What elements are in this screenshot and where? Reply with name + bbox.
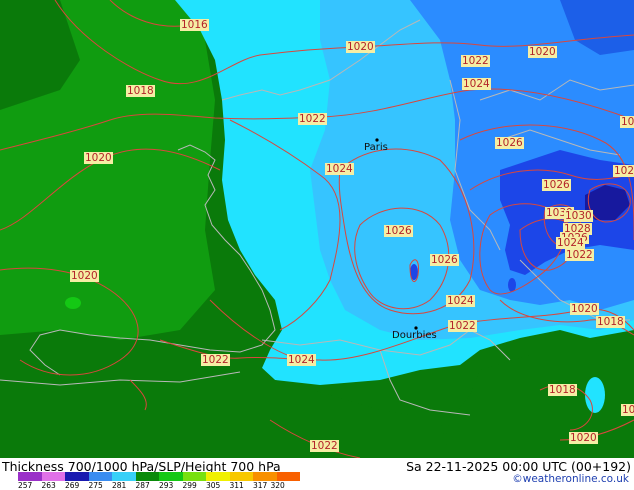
thickness-green-spot xyxy=(65,297,81,309)
map-valid-time: Sa 22-11-2025 00:00 UTC (00+192) xyxy=(406,459,631,474)
legend-swatch-4 xyxy=(112,472,136,481)
legend-tick-281: 281 xyxy=(112,481,127,490)
city-dourbies-label: Dourbies xyxy=(392,330,437,341)
iso-label-1026-e: 1026 xyxy=(495,137,524,149)
iso-label-1016: 1016 xyxy=(180,19,209,31)
legend-swatch-0 xyxy=(18,472,42,481)
iso-label-1024-sw: 1024 xyxy=(287,354,316,366)
iso-label-1024-c: 1024 xyxy=(325,163,354,175)
legend-tick-275: 275 xyxy=(88,481,103,490)
legend-ticks: 257 263 269 275 281 287 293 299 305 311 317 320 xyxy=(18,481,318,490)
iso-label-1024-n: 1024 xyxy=(462,78,491,90)
legend-tick-317: 317 xyxy=(253,481,268,490)
legend-colorbar xyxy=(18,472,300,481)
iso-label-1020-n: 1020 xyxy=(346,41,375,53)
city-paris-label: Paris xyxy=(364,142,388,153)
iso-label-1030-b: 1030 xyxy=(564,210,593,222)
iso-label-102-edge2: 102 xyxy=(613,165,634,177)
legend-tick-320: 320 xyxy=(270,481,285,490)
iso-label-1022-bottom: 1022 xyxy=(310,440,339,452)
iso-label-1026-c: 1026 xyxy=(384,225,413,237)
iso-label-1022-e: 1022 xyxy=(565,249,594,261)
iso-label-1022-n: 1022 xyxy=(461,55,490,67)
credit-link[interactable]: ©weatheronline.co.uk xyxy=(512,473,629,485)
legend-swatch-7 xyxy=(182,472,206,481)
legend-swatch-6 xyxy=(159,472,183,481)
thickness-deep-blue-spot-2 xyxy=(508,278,516,292)
iso-label-1020-w: 1020 xyxy=(84,152,113,164)
iso-label-1022-s: 1022 xyxy=(448,320,477,332)
iso-label-102-edge1: 102 xyxy=(620,116,634,128)
legend-swatch-2 xyxy=(65,472,89,481)
iso-label-1026-e2: 1026 xyxy=(542,179,571,191)
iso-label-1020-ne: 1020 xyxy=(528,46,557,58)
map-canvas xyxy=(0,0,634,458)
legend-tick-287: 287 xyxy=(135,481,150,490)
iso-label-1018-w: 1018 xyxy=(126,85,155,97)
legend-tick-293: 293 xyxy=(159,481,174,490)
iso-label-1020-se: 1020 xyxy=(570,303,599,315)
iso-label-10-edge: 10 xyxy=(621,404,634,416)
iso-label-1018-se2: 1018 xyxy=(548,384,577,396)
iso-label-1024-s: 1024 xyxy=(446,295,475,307)
iso-label-1022-c: 1022 xyxy=(298,113,327,125)
legend-tick-269: 269 xyxy=(65,481,80,490)
iso-label-1020-bottom: 1020 xyxy=(569,432,598,444)
iso-label-1018-se: 1018 xyxy=(596,316,625,328)
weather-map: Paris Dourbies 1016 1018 1020 1020 1020 … xyxy=(0,0,634,458)
legend-tick-263: 263 xyxy=(41,481,56,490)
legend-swatch-5 xyxy=(135,472,159,481)
legend-swatch-9 xyxy=(229,472,253,481)
legend-tick-299: 299 xyxy=(182,481,197,490)
thickness-cyan-islet xyxy=(585,377,605,413)
iso-label-1024-e: 1024 xyxy=(556,237,585,249)
iso-label-1026-s: 1026 xyxy=(430,254,459,266)
legend-tick-305: 305 xyxy=(206,481,221,490)
iso-label-1022-sw: 1022 xyxy=(201,354,230,366)
legend-tick-257: 257 xyxy=(18,481,33,490)
legend-swatch-8 xyxy=(206,472,230,481)
legend-swatch-11 xyxy=(276,472,300,481)
legend-swatch-3 xyxy=(88,472,112,481)
legend-swatch-1 xyxy=(41,472,65,481)
iso-label-1020-sw: 1020 xyxy=(70,270,99,282)
legend-tick-311: 311 xyxy=(229,481,244,490)
legend-swatch-10 xyxy=(253,472,277,481)
